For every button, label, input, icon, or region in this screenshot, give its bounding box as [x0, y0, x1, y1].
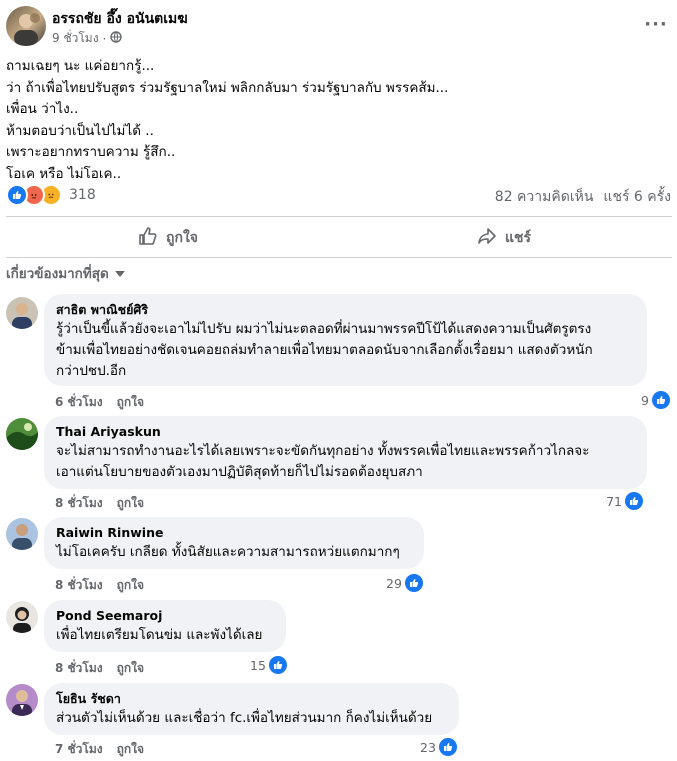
comment-like-button[interactable]: ถูกใจ [117, 576, 144, 595]
comment-like-count[interactable]: 23 [420, 738, 457, 756]
divider [6, 257, 672, 258]
comment-like-number: 9 [641, 392, 649, 408]
comment-text: ส่วนตัวไม่เห็นด้วย และเชื่อว่า fc.เพื่อไ… [56, 708, 447, 729]
commenter-avatar[interactable] [6, 297, 38, 329]
like-label: ถูกใจ [166, 230, 198, 246]
comment-bubble: Pond Seemaroj เพื่อไทยเตรียมโดนข่ม และพั… [44, 600, 286, 652]
comment-text: ไม่โอเคครับ เกลียด ทั้งนิสัยและความสามาร… [56, 542, 412, 563]
reaction-summary[interactable]: 318 [6, 184, 96, 206]
globe-icon [110, 31, 123, 46]
comment-sort-dropdown[interactable]: เกี่ยวข้องมากที่สุด [6, 262, 125, 284]
commenter-avatar[interactable] [6, 684, 38, 716]
commenter-name[interactable]: สาธิต พาณิชย์ศิริ [56, 301, 635, 319]
post-line: ห้ามตอบว่าเป็นไปไม่ได้ .. [6, 122, 154, 139]
shares-count[interactable]: แชร์ 6 ครั้ง [603, 186, 671, 208]
comment-line: จะไม่สามารถทำงานอะไรได้เลยเพราะจะขัดกันท… [56, 443, 590, 459]
comment-line: เอาแต่นโยบายของตัวเองมาปฏิบัติสุดท้ายก็ไ… [56, 464, 423, 480]
comment-line: กว่าปชป.อีก [56, 363, 127, 379]
comment-actions: 8 ชั่วโมง ถูกใจ [55, 494, 144, 513]
comment-like-button[interactable]: ถูกใจ [117, 494, 144, 513]
comment-actions: 6 ชั่วโมง ถูกใจ [55, 393, 144, 412]
comment-text: จะไม่สามารถทำงานอะไรได้เลยเพราะจะขัดกันท… [56, 441, 635, 483]
comment-like-count[interactable]: 15 [250, 656, 287, 674]
comment-time[interactable]: 8 ชั่วโมง [55, 576, 103, 595]
reaction-count: 318 [69, 187, 96, 203]
author-avatar[interactable] [6, 6, 46, 46]
like-icon [652, 391, 670, 409]
comment-time[interactable]: 8 ชั่วโมง [55, 659, 103, 678]
post-stats: 82 ความคิดเห็น แชร์ 6 ครั้ง [495, 186, 671, 208]
post-line: โอเค หรือ ไม่โอเค.. [6, 165, 122, 182]
comment-actions: 8 ชั่วโมง ถูกใจ [55, 659, 144, 678]
comment-like-number: 71 [606, 493, 622, 509]
like-icon [404, 574, 423, 592]
post-time[interactable]: 9 ชั่วโมง [52, 29, 99, 48]
post-line: ว่า ถ้าเพื่อไทยปรับสูตร ร่วมรัฐบาลใหม่ พ… [6, 79, 449, 96]
more-options-icon[interactable]: ··· [644, 12, 668, 36]
share-label: แชร์ [505, 230, 532, 246]
comment-line: ไม่โอเคครับ เกลียด ทั้งนิสัยและความสามาร… [56, 544, 400, 560]
commenter-avatar[interactable] [6, 601, 38, 633]
comment-line: รู้ว่าเป็นขี้แล้วยังจะเอาไม่ไปรับ ผมว่าไ… [56, 321, 592, 337]
comment-bubble: โยธิน รัชดา ส่วนตัวไม่เห็นด้วย และเชื่อว… [44, 683, 459, 735]
post-line: เพราะอยากทราบความ รู้สึก.. [6, 144, 176, 160]
post-meta: 9 ชั่วโมง · [52, 29, 123, 48]
like-icon [268, 656, 287, 674]
divider [6, 216, 672, 217]
comment-like-count[interactable]: 9 [641, 391, 670, 409]
comment-like-number: 29 [386, 575, 402, 591]
comment-text: เพื่อไทยเตรียมโดนข่ม และพังได้เลย [56, 625, 274, 646]
commenter-avatar[interactable] [6, 418, 38, 450]
comment-like-button[interactable]: ถูกใจ [117, 393, 144, 412]
comment-like-count[interactable]: 71 [606, 492, 643, 510]
comment-line: ข้ามเพื่อไทยอย่างชัดเจนคอยถล่มทำลายเพื่อ… [56, 342, 593, 358]
comment-text: รู้ว่าเป็นขี้แล้วยังจะเอาไม่ไปรับ ผมว่าไ… [56, 319, 635, 382]
commenter-name[interactable]: Thai Ariyaskun [56, 423, 635, 441]
thumbs-up-icon [138, 226, 158, 250]
dot-separator: · [102, 31, 107, 46]
comment-like-button[interactable]: ถูกใจ [117, 659, 144, 678]
comment-time[interactable]: 6 ชั่วโมง [55, 393, 103, 412]
comment-like-count[interactable]: 29 [386, 574, 423, 592]
comment-like-number: 23 [420, 739, 436, 755]
commenter-name[interactable]: Pond Seemaroj [56, 607, 274, 625]
share-arrow-icon [477, 226, 497, 250]
share-button[interactable]: แชร์ [477, 226, 531, 250]
post-body: ถามเฉยๆ นะ แค่อยากรู้... ว่า ถ้าเพื่อไทย… [6, 56, 666, 185]
post-author-name[interactable]: อรรถชัย อึ๊ง อนันตเมฆ [52, 8, 188, 30]
comment-time[interactable]: 7 ชั่วโมง [55, 740, 103, 759]
comment-line: เพื่อไทยเตรียมโดนข่ม และพังได้เลย [56, 627, 263, 643]
comment-bubble: Raiwin Rinwine ไม่โอเคครับ เกลียด ทั้งนิ… [44, 517, 424, 569]
comment-line: ส่วนตัวไม่เห็นด้วย และเชื่อว่า fc.เพื่อไ… [56, 710, 433, 726]
caret-down-icon [114, 265, 125, 281]
sort-label: เกี่ยวข้องมากที่สุด [6, 266, 109, 282]
commenter-name[interactable]: Raiwin Rinwine [56, 524, 412, 542]
like-button[interactable]: ถูกใจ [138, 226, 198, 250]
comment-bubble: สาธิต พาณิชย์ศิริ รู้ว่าเป็นขี้แล้วยังจะ… [44, 294, 647, 386]
post-line: เพื่อน ว่าไง.. [6, 101, 79, 117]
like-icon [438, 738, 457, 756]
comment-like-button[interactable]: ถูกใจ [117, 740, 144, 759]
comment-actions: 8 ชั่วโมง ถูกใจ [55, 576, 144, 595]
comment-like-number: 15 [250, 657, 266, 673]
commenter-avatar[interactable] [6, 518, 38, 550]
commenter-name[interactable]: โยธิน รัชดา [56, 690, 447, 708]
comment-actions: 7 ชั่วโมง ถูกใจ [55, 740, 144, 759]
like-icon [625, 492, 643, 510]
comments-count[interactable]: 82 ความคิดเห็น [495, 186, 594, 208]
post-line: ถามเฉยๆ นะ แค่อยากรู้... [6, 58, 155, 74]
like-icon [6, 184, 28, 206]
comment-bubble: Thai Ariyaskun จะไม่สามารถทำงานอะไรได้เล… [44, 416, 647, 489]
comment-time[interactable]: 8 ชั่วโมง [55, 494, 103, 513]
